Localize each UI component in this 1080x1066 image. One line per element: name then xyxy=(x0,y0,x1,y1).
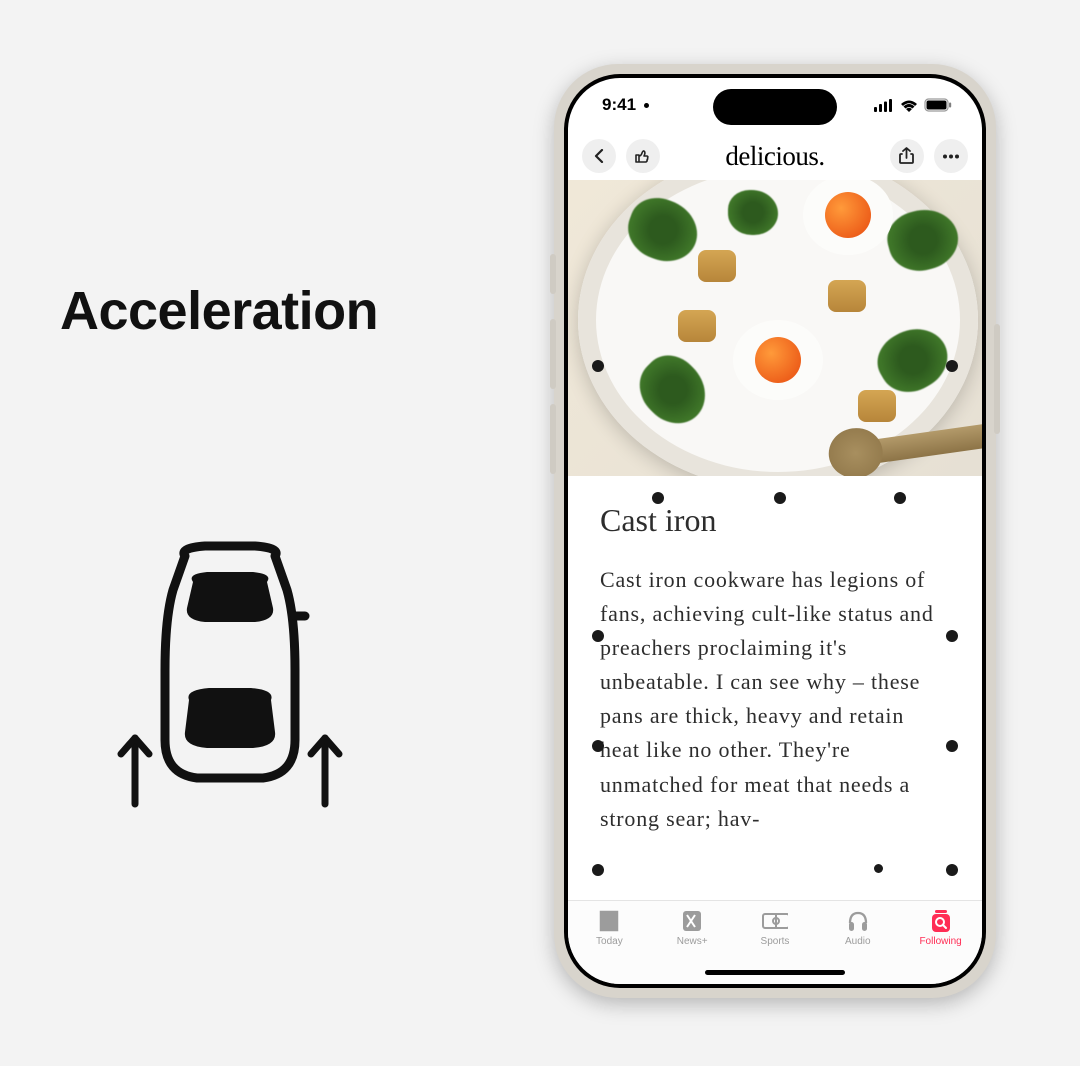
tab-label: Today xyxy=(596,936,623,947)
car-acceleration-icon xyxy=(95,540,365,840)
thumbs-icon xyxy=(633,148,653,164)
newsplus-icon xyxy=(681,909,703,933)
news-icon xyxy=(597,909,621,933)
phone-volume-down xyxy=(550,404,556,474)
article-content[interactable]: Cast iron Cast iron cookware has legions… xyxy=(568,476,982,836)
feature-title: Acceleration xyxy=(60,280,378,342)
tab-today[interactable]: Today xyxy=(569,909,649,947)
tab-following[interactable]: Following xyxy=(901,909,981,947)
phone-screen: 9:41 xyxy=(568,78,982,984)
ellipsis-icon xyxy=(942,154,960,159)
phone-mockup: 9:41 xyxy=(554,64,996,998)
dynamic-island xyxy=(713,89,837,125)
chevron-left-icon xyxy=(594,149,604,163)
tab-label: Audio xyxy=(845,936,871,947)
back-button[interactable] xyxy=(582,139,616,173)
share-button[interactable] xyxy=(890,139,924,173)
signal-icon xyxy=(874,99,894,112)
status-time: 9:41 xyxy=(602,95,636,115)
phone-volume-up xyxy=(550,319,556,389)
more-button[interactable] xyxy=(934,139,968,173)
following-icon xyxy=(930,909,952,933)
status-bar: 9:41 xyxy=(568,78,982,132)
tab-label: Following xyxy=(919,936,961,947)
wifi-icon xyxy=(900,99,918,112)
article-body-text: Cast iron cookware has legions of fans, … xyxy=(600,563,950,836)
article-section-title: Cast iron xyxy=(600,502,950,539)
headphones-icon xyxy=(846,909,870,933)
phone-mute-switch xyxy=(550,254,556,294)
article-hero-image xyxy=(568,180,982,476)
share-icon xyxy=(899,147,914,165)
battery-icon xyxy=(924,98,952,112)
feedback-button[interactable] xyxy=(626,139,660,173)
tab-audio[interactable]: Audio xyxy=(818,909,898,947)
status-dot xyxy=(644,103,649,108)
home-indicator[interactable] xyxy=(705,970,845,975)
nav-bar: delicious. xyxy=(568,132,982,180)
tab-newsplus[interactable]: News+ xyxy=(652,909,732,947)
tab-label: News+ xyxy=(677,936,708,947)
publication-title: delicious. xyxy=(725,141,824,172)
phone-side-button xyxy=(994,324,1000,434)
sports-icon xyxy=(762,911,788,931)
tab-label: Sports xyxy=(761,936,790,947)
tab-sports[interactable]: Sports xyxy=(735,909,815,947)
